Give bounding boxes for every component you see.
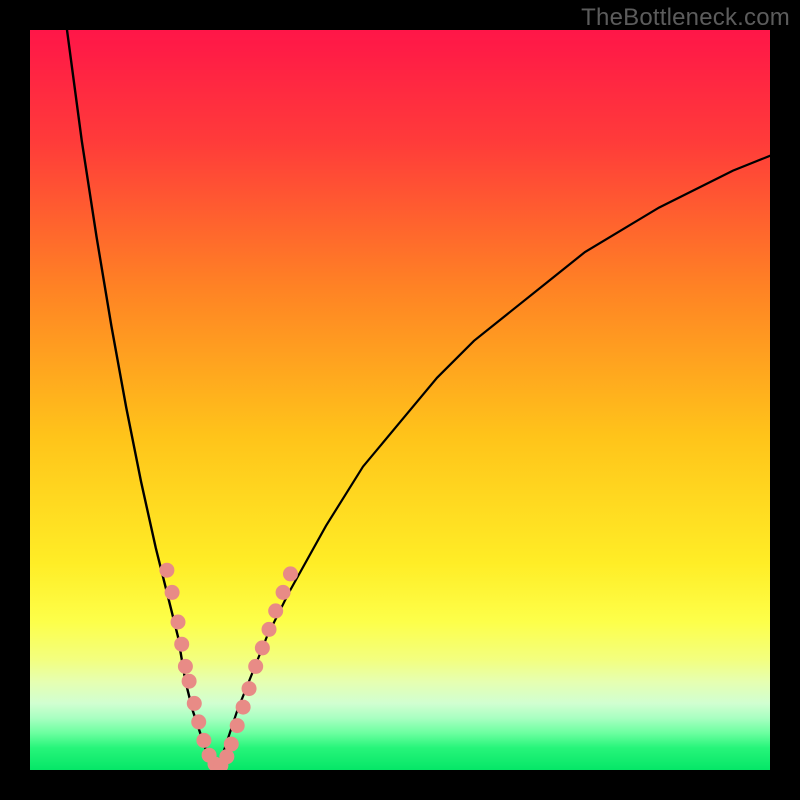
marker-dot [283,566,298,581]
marker-dot [171,615,186,630]
chart-frame: TheBottleneck.com [0,0,800,800]
curve-left-branch [67,30,215,770]
marker-dot [174,637,189,652]
highlight-markers [159,563,298,770]
marker-dot [242,681,257,696]
marker-dot [230,718,245,733]
curve-right-branch [215,156,770,770]
marker-dot [248,659,263,674]
plot-area [30,30,770,770]
marker-dot [268,603,283,618]
watermark-text: TheBottleneck.com [581,4,790,32]
marker-dot [178,659,193,674]
marker-dot [182,674,197,689]
marker-dot [255,640,270,655]
marker-dot [236,700,251,715]
marker-dot [262,622,277,637]
marker-dot [196,733,211,748]
curve-layer [30,30,770,770]
marker-dot [187,696,202,711]
marker-dot [191,714,206,729]
marker-dot [165,585,180,600]
marker-dot [159,563,174,578]
marker-dot [224,737,239,752]
marker-dot [276,585,291,600]
